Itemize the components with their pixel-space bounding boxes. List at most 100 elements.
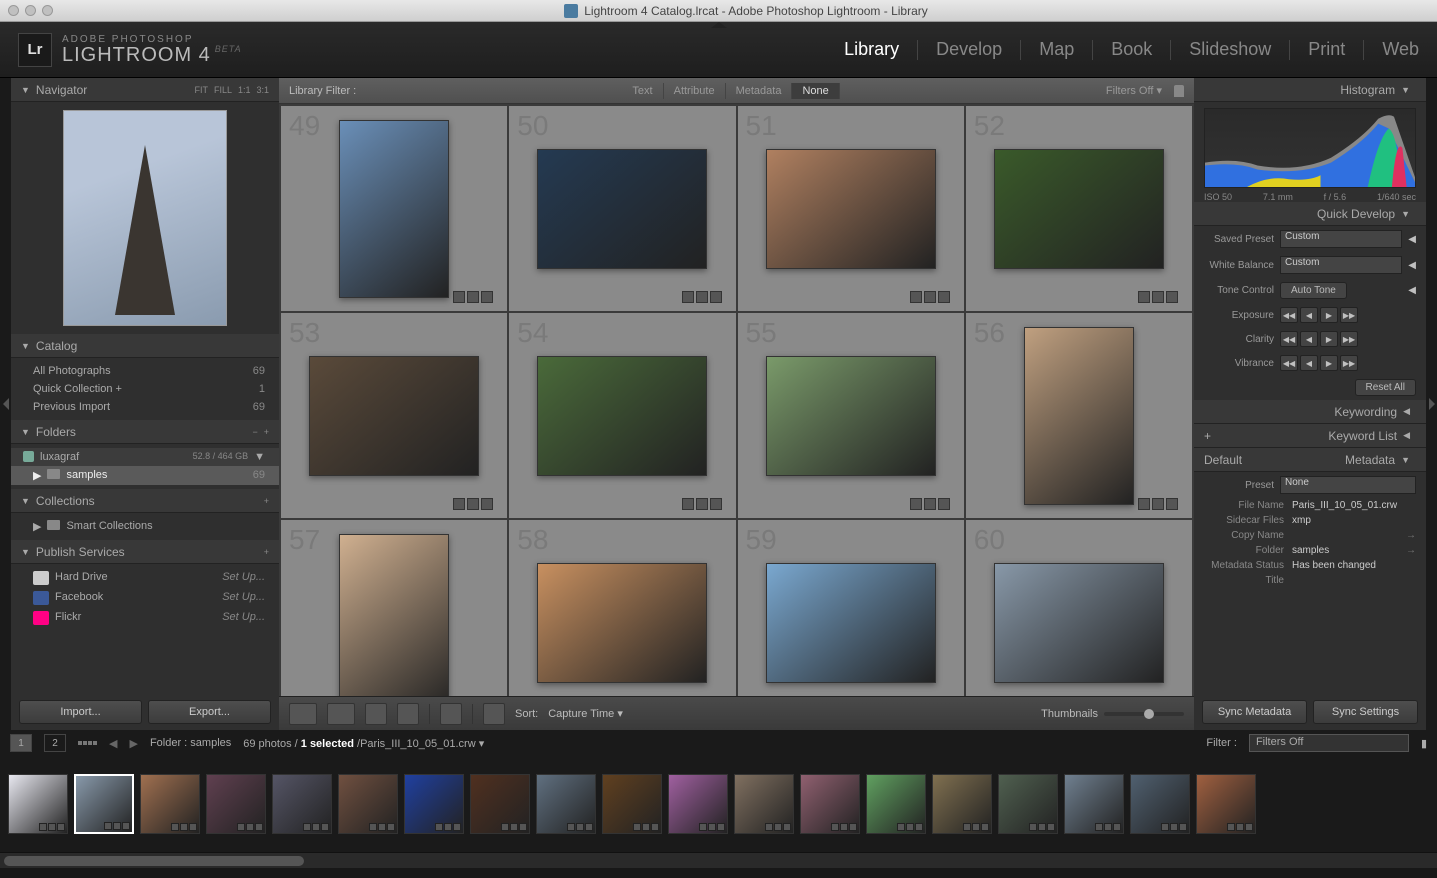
keywording-header[interactable]: Keywording◀ (1194, 400, 1426, 424)
histogram-chart[interactable] (1204, 108, 1416, 188)
filmstrip-thumb[interactable] (1064, 774, 1124, 834)
folders-header[interactable]: ▼Folders−+ (11, 420, 279, 444)
grid-icon[interactable] (78, 741, 97, 745)
goto-icon[interactable]: → (1406, 545, 1416, 556)
filmstrip-thumb[interactable] (1196, 774, 1256, 834)
collections-plus-icon[interactable]: + (264, 496, 269, 506)
filmstrip-thumb[interactable] (140, 774, 200, 834)
sort-dropdown[interactable]: Capture Time ▾ (548, 707, 623, 720)
module-tab-book[interactable]: Book (1111, 39, 1152, 60)
module-tab-map[interactable]: Map (1039, 39, 1074, 60)
module-tab-web[interactable]: Web (1382, 39, 1419, 60)
filter-tab-text[interactable]: Text (622, 83, 663, 99)
filmstrip-thumb[interactable] (734, 774, 794, 834)
nav-zoom-1:1[interactable]: 1:1 (238, 85, 251, 95)
breadcrumb[interactable]: Folder : samples (150, 737, 231, 749)
reset-all-button[interactable]: Reset All (1355, 379, 1416, 396)
filmstrip-thumb[interactable] (470, 774, 530, 834)
publish-header[interactable]: ▼Publish Services+ (11, 540, 279, 564)
filmstrip-thumb[interactable] (866, 774, 926, 834)
grid-cell[interactable]: 50 (509, 106, 735, 311)
filters-off-toggle[interactable]: Filters Off ▾ (1106, 84, 1162, 97)
keywordlist-header[interactable]: +Keyword List◀ (1194, 424, 1426, 448)
import-button[interactable]: Import... (19, 700, 142, 724)
grid-cell[interactable]: 59 (738, 520, 964, 696)
chevron-left-icon[interactable]: ◀ (1408, 285, 1416, 296)
filmstrip-thumb[interactable] (8, 774, 68, 834)
smart-collections-row[interactable]: ▶Smart Collections (11, 517, 279, 536)
nav-zoom-3:1[interactable]: 3:1 (256, 85, 269, 95)
grid-view-button[interactable] (289, 703, 317, 725)
thumbnail-size-slider[interactable] (1104, 712, 1184, 716)
survey-view-button[interactable] (397, 703, 419, 725)
collections-header[interactable]: ▼Collections+ (11, 489, 279, 513)
traffic-lights[interactable] (8, 5, 53, 16)
metadata-mode-dropdown[interactable]: Default (1204, 453, 1274, 467)
vibrance-stepper[interactable]: ◀◀◀▶▶▶ (1280, 355, 1358, 371)
loupe-view-button[interactable] (327, 703, 355, 725)
metadata-header[interactable]: DefaultMetadata▼ (1194, 448, 1426, 472)
filmstrip-thumb[interactable] (74, 774, 134, 834)
folders-minus-icon[interactable]: − (252, 427, 257, 437)
filter-tab-metadata[interactable]: Metadata (726, 83, 793, 99)
filmstrip-thumb[interactable] (668, 774, 728, 834)
exposure-stepper[interactable]: ◀◀◀▶▶▶ (1280, 307, 1358, 323)
grid-cell[interactable]: 51 (738, 106, 964, 311)
filter-tab-none[interactable]: None (792, 83, 839, 99)
filmstrip-scrollbar[interactable] (0, 852, 1437, 868)
grid-cell[interactable]: 54 (509, 313, 735, 518)
prev-photo-icon[interactable]: ◀ (109, 737, 117, 750)
filmstrip-thumb[interactable] (1130, 774, 1190, 834)
folders-plus-icon[interactable]: + (264, 427, 269, 437)
navigator-header[interactable]: ▼Navigator FITFILL1:13:1 (11, 78, 279, 102)
filmstrip-thumb[interactable] (998, 774, 1058, 834)
window-1-button[interactable]: 1 (10, 734, 32, 752)
saved-preset-dropdown[interactable]: Custom (1280, 230, 1402, 248)
grid-cell[interactable]: 49 (281, 106, 507, 311)
filmstrip-thumb[interactable] (404, 774, 464, 834)
sync-metadata-button[interactable]: Sync Metadata (1202, 700, 1307, 724)
sort-direction-icon[interactable] (483, 703, 505, 725)
navigator-preview[interactable] (11, 102, 279, 334)
volume-row[interactable]: luxagraf52.8 / 464 GB▼ (11, 448, 279, 466)
sync-settings-button[interactable]: Sync Settings (1313, 700, 1418, 724)
filmstrip-filter-dropdown[interactable]: Filters Off (1249, 734, 1409, 752)
quickdev-header[interactable]: Quick Develop▼ (1194, 202, 1426, 226)
chevron-left-icon[interactable]: ◀ (1408, 234, 1416, 245)
filmstrip-thumb[interactable] (602, 774, 662, 834)
grid-cell[interactable]: 56 (966, 313, 1192, 518)
filmstrip-thumb[interactable] (932, 774, 992, 834)
metadata-preset-dropdown[interactable]: None (1280, 476, 1416, 494)
module-tab-develop[interactable]: Develop (936, 39, 1002, 60)
grid-cell[interactable]: 52 (966, 106, 1192, 311)
module-tab-print[interactable]: Print (1308, 39, 1345, 60)
auto-tone-button[interactable]: Auto Tone (1280, 282, 1347, 299)
grid-cell[interactable]: 58 (509, 520, 735, 696)
publish-service-row[interactable]: Hard DriveSet Up... (11, 568, 279, 588)
filmstrip-thumb[interactable] (206, 774, 266, 834)
filter-switch-icon[interactable]: ▮ (1421, 737, 1427, 750)
goto-icon[interactable]: → (1406, 530, 1416, 541)
filmstrip-thumb[interactable] (272, 774, 332, 834)
filter-tab-attribute[interactable]: Attribute (664, 83, 726, 99)
module-tab-slideshow[interactable]: Slideshow (1189, 39, 1271, 60)
top-expand-chevron-icon[interactable] (711, 22, 727, 28)
publish-service-row[interactable]: FacebookSet Up... (11, 588, 279, 608)
lock-icon[interactable] (1174, 85, 1184, 97)
left-panel-toggle[interactable] (0, 78, 11, 730)
compare-view-button[interactable] (365, 703, 387, 725)
histogram-header[interactable]: Histogram▼ (1194, 78, 1426, 102)
module-tab-library[interactable]: Library (844, 39, 899, 60)
clarity-stepper[interactable]: ◀◀◀▶▶▶ (1280, 331, 1358, 347)
grid-cell[interactable]: 60 (966, 520, 1192, 696)
thumbnail-grid[interactable]: 495051525354555657585960 (279, 104, 1194, 696)
export-button[interactable]: Export... (148, 700, 271, 724)
publish-service-row[interactable]: FlickrSet Up... (11, 608, 279, 628)
white-balance-dropdown[interactable]: Custom (1280, 256, 1402, 274)
filmstrip-thumb[interactable] (536, 774, 596, 834)
filmstrip-thumb[interactable] (338, 774, 398, 834)
nav-zoom-fill[interactable]: FILL (214, 85, 232, 95)
next-photo-icon[interactable]: ▶ (129, 737, 137, 750)
catalog-row[interactable]: Quick Collection +1 (11, 380, 279, 398)
window-2-button[interactable]: 2 (44, 734, 66, 752)
